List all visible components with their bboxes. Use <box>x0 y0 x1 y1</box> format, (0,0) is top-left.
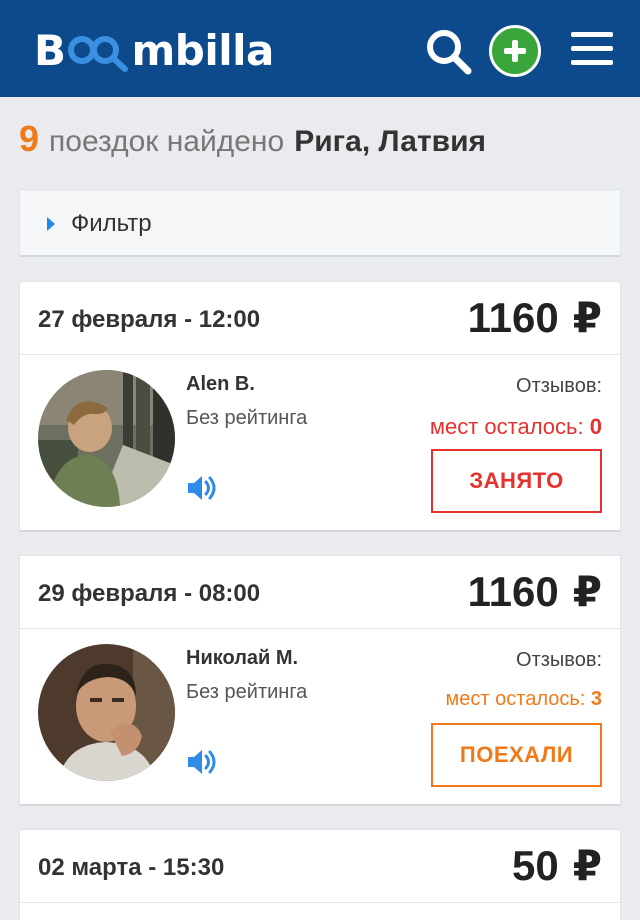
driver-rating: Без рейтинга <box>186 407 308 429</box>
app-header: B mbilla <box>0 0 640 97</box>
seats-left: мест осталось: 3 <box>446 688 602 711</box>
trip-date: 27 февраля - 12:00 <box>38 306 261 333</box>
price-value: 1160 <box>467 294 559 341</box>
price-value: 50 <box>512 842 559 889</box>
hamburger-menu-icon <box>571 32 613 37</box>
trip-card[interactable]: 27 февраля - 12:00 1160 ₽ Alen B. Без рей… <box>19 281 621 532</box>
results-city: Рига, Латвия <box>294 125 487 158</box>
results-text: поездок найдено <box>49 125 285 158</box>
price-value: 1160 <box>467 568 559 615</box>
trip-card[interactable]: 29 февраля - 08:00 1160 ₽ Николай М. Без … <box>19 555 621 806</box>
currency-symbol: ₽ <box>572 294 602 341</box>
logo-magnifier-mark <box>67 28 131 72</box>
seats-label: мест осталось: <box>429 414 584 439</box>
search-icon <box>427 30 472 75</box>
filter-toggle[interactable]: Фильтр <box>19 189 621 257</box>
boombilla-logo[interactable]: B mbilla <box>34 22 274 78</box>
speaker-icon[interactable] <box>186 473 220 503</box>
trip-price: 1160 ₽ <box>468 293 602 342</box>
trip-date: 29 февраля - 08:00 <box>38 580 261 607</box>
seats-count: 3 <box>590 688 602 710</box>
trip-price: 50 ₽ <box>512 841 602 890</box>
results-summary: 9 поездок найдено Рига, Латвия <box>19 118 486 166</box>
driver-name[interactable]: Николай М. <box>186 647 298 670</box>
caret-right-icon <box>47 217 55 231</box>
trip-price: 1160 ₽ <box>468 567 602 616</box>
speaker-icon[interactable] <box>186 747 220 777</box>
driver-name[interactable]: Alen B. <box>186 373 255 396</box>
add-trip-button[interactable] <box>489 25 541 77</box>
menu-button[interactable] <box>571 32 613 68</box>
seats-count: 0 <box>589 414 602 439</box>
trip-date: 02 марта - 15:30 <box>38 854 225 881</box>
go-button[interactable]: ПОЕХАЛИ <box>431 723 602 787</box>
reviews-label[interactable]: Отзывов: <box>516 649 602 672</box>
filter-label: Фильтр <box>71 210 152 237</box>
results-count: 9 <box>19 118 40 159</box>
currency-symbol: ₽ <box>572 568 602 615</box>
booked-button[interactable]: ЗАНЯТО <box>431 449 602 513</box>
reviews-label[interactable]: Отзывов: <box>516 375 602 398</box>
currency-symbol: ₽ <box>572 842 602 889</box>
trip-card[interactable]: 02 марта - 15:30 50 ₽ <box>19 829 621 920</box>
driver-rating: Без рейтинга <box>186 681 308 703</box>
driver-avatar[interactable] <box>38 370 175 507</box>
driver-avatar[interactable] <box>38 644 175 781</box>
logo-text-suffix: mbilla <box>131 25 275 75</box>
search-button[interactable] <box>424 27 472 75</box>
seats-label: мест осталось: <box>445 688 586 710</box>
logo-text-prefix: B <box>34 25 66 75</box>
seats-left: мест осталось: 0 <box>430 414 602 440</box>
